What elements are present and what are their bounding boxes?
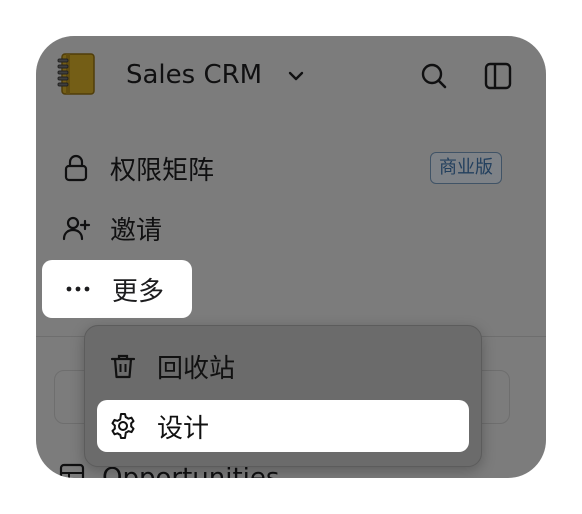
sidebar-item-permission-matrix[interactable]: 权限矩阵 xyxy=(60,146,214,190)
table-icon xyxy=(58,462,86,478)
plan-badge: 商业版 xyxy=(430,152,502,184)
sidebar-toggle-icon[interactable] xyxy=(482,60,514,92)
menu-item-label: 回收站 xyxy=(157,353,236,384)
sidebar-item-more[interactable]: 更多 xyxy=(42,260,192,318)
more-horizontal-icon xyxy=(62,273,94,305)
workspace-name[interactable]: Sales CRM xyxy=(126,58,262,92)
search-icon[interactable] xyxy=(418,60,450,92)
sidebar-item-label: 权限矩阵 xyxy=(110,155,215,186)
notebook-icon xyxy=(56,52,98,96)
chevron-down-icon[interactable] xyxy=(286,66,306,86)
trash-icon xyxy=(107,350,139,382)
more-menu: 回收站 设计 xyxy=(84,325,482,467)
menu-item-label: 设计 xyxy=(157,413,210,444)
lock-icon xyxy=(60,152,92,184)
sidebar-panel: Sales CRM 权限矩阵 商业版 邀请 Opportunities 更多 回… xyxy=(36,36,546,478)
sidebar-item-label: 邀请 xyxy=(110,215,163,246)
gear-icon xyxy=(107,410,139,442)
sidebar-item-label: 更多 xyxy=(112,276,165,307)
user-plus-icon xyxy=(60,212,92,244)
sidebar-item-invite[interactable]: 邀请 xyxy=(60,206,162,250)
menu-item-design[interactable]: 设计 xyxy=(97,400,469,452)
menu-item-trash[interactable]: 回收站 xyxy=(97,340,469,392)
